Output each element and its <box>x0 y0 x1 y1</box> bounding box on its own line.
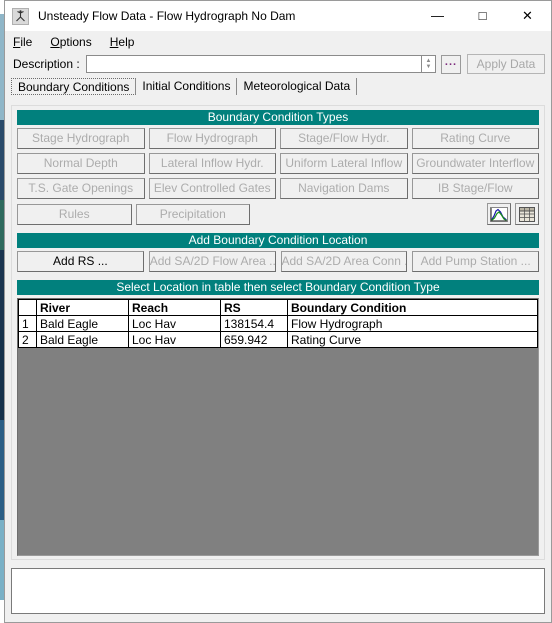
cell-reach[interactable]: Loc Hav <box>128 331 221 348</box>
boundary-conditions-page: Boundary Condition Types Stage Hydrograp… <box>11 105 545 560</box>
column-header-reach: Reach <box>128 299 221 316</box>
description-spinner[interactable]: ▲ ▼ <box>421 55 436 73</box>
column-header-boundary-condition: Boundary Condition <box>287 299 538 316</box>
apply-data-button[interactable]: Apply Data <box>467 54 545 74</box>
add-location-button-row: Add RS ... Add SA/2D Flow Area ... Add S… <box>12 251 544 272</box>
menu-bar: File Options Help <box>5 31 551 52</box>
description-browse-button[interactable]: ... <box>441 54 461 74</box>
spinner-down-icon: ▼ <box>425 64 432 70</box>
cell-rownum: 1 <box>18 315 37 332</box>
title-bar: Unsteady Flow Data - Flow Hydrograph No … <box>5 1 551 31</box>
table-instruction-header: Select Location in table then select Bou… <box>17 280 539 295</box>
add-rs-button[interactable]: Add RS ... <box>17 251 144 272</box>
boundary-condition-table[interactable]: River Reach RS Boundary Condition 1 Bald… <box>17 298 539 556</box>
close-button[interactable]: ✕ <box>505 1 550 30</box>
hecras-icon <box>12 7 29 25</box>
menu-item-help[interactable]: Help <box>110 35 135 49</box>
bc-button-rating-curve[interactable]: Rating Curve <box>411 128 539 149</box>
bc-button-stage-hydrograph[interactable]: Stage Hydrograph <box>17 128 145 149</box>
minimize-button[interactable]: — <box>415 1 460 30</box>
bc-row4-spacer <box>254 204 367 225</box>
cell-rs[interactable]: 138154.4 <box>220 315 288 332</box>
bc-types-button-grid: Stage Hydrograph Flow Hydrograph Stage/F… <box>12 128 544 225</box>
tab-boundary-conditions[interactable]: Boundary Conditions <box>11 78 137 95</box>
bc-button-precipitation[interactable]: Precipitation <box>135 203 250 225</box>
description-row: Description : ▲ ▼ ... Apply Data <box>5 52 551 76</box>
maximize-icon: □ <box>478 8 487 23</box>
table-row[interactable]: 2 Bald Eagle Loc Hav 659.942 Rating Curv… <box>18 331 538 348</box>
bc-button-rules[interactable]: Rules <box>17 203 132 225</box>
cell-reach[interactable]: Loc Hav <box>128 315 221 332</box>
cell-boundary-condition[interactable]: Rating Curve <box>287 331 538 348</box>
bc-types-row-2: Normal Depth Lateral Inflow Hydr. Unifor… <box>17 153 539 174</box>
bc-button-normal-depth[interactable]: Normal Depth <box>17 153 145 174</box>
plot-hydrograph-icon[interactable] <box>487 203 511 225</box>
description-input[interactable] <box>85 55 421 73</box>
unsteady-flow-data-window: Unsteady Flow Data - Flow Hydrograph No … <box>4 0 552 623</box>
message-panel <box>11 568 545 614</box>
bc-row4-spacer-2 <box>371 204 484 225</box>
cell-river[interactable]: Bald Eagle <box>36 331 129 348</box>
description-label: Description : <box>13 57 80 71</box>
bc-button-ts-gate-openings[interactable]: T.S. Gate Openings <box>17 178 145 199</box>
bc-types-row-4: Rules Precipitation <box>17 203 539 225</box>
cell-rs[interactable]: 659.942 <box>220 331 288 348</box>
menu-item-file[interactable]: File <box>13 35 32 49</box>
bc-button-uniform-lateral-inflow[interactable]: Uniform Lateral Inflow <box>280 153 408 174</box>
menu-item-options[interactable]: Options <box>50 35 91 49</box>
window-title: Unsteady Flow Data - Flow Hydrograph No … <box>38 9 296 23</box>
bc-button-stage-flow-hydr[interactable]: Stage/Flow Hydr. <box>280 128 408 149</box>
cell-boundary-condition[interactable]: Flow Hydrograph <box>287 315 538 332</box>
table-grid-icon[interactable] <box>515 203 539 225</box>
bc-button-navigation-dams[interactable]: Navigation Dams <box>280 178 408 199</box>
add-sa2d-area-conn-button[interactable]: Add SA/2D Area Conn ... <box>280 251 408 272</box>
add-location-header: Add Boundary Condition Location <box>17 233 539 248</box>
bc-button-ib-stage-flow[interactable]: IB Stage/Flow <box>411 178 539 199</box>
cell-rownum: 2 <box>18 331 37 348</box>
bc-button-flow-hydrograph[interactable]: Flow Hydrograph <box>148 128 276 149</box>
column-header-rownum <box>18 299 37 316</box>
tab-initial-conditions[interactable]: Initial Conditions <box>136 78 238 95</box>
bc-button-elev-controlled-gates[interactable]: Elev Controlled Gates <box>148 178 276 199</box>
add-pump-station-button[interactable]: Add Pump Station ... <box>412 251 539 272</box>
bc-types-row-1: Stage Hydrograph Flow Hydrograph Stage/F… <box>17 128 539 149</box>
cell-river[interactable]: Bald Eagle <box>36 315 129 332</box>
tab-bar: Boundary Conditions Initial Conditions M… <box>5 76 551 95</box>
maximize-button[interactable]: □ <box>460 1 505 30</box>
table-row[interactable]: 1 Bald Eagle Loc Hav 138154.4 Flow Hydro… <box>18 315 538 332</box>
bc-button-lateral-inflow-hydr[interactable]: Lateral Inflow Hydr. <box>148 153 276 174</box>
tab-meteorological-data[interactable]: Meteorological Data <box>237 78 358 95</box>
table-header-row: River Reach RS Boundary Condition <box>18 299 538 316</box>
add-sa2d-flow-area-button[interactable]: Add SA/2D Flow Area ... <box>148 251 276 272</box>
close-icon: ✕ <box>522 8 533 23</box>
column-header-river: River <box>36 299 129 316</box>
bc-types-row-3: T.S. Gate Openings Elev Controlled Gates… <box>17 178 539 199</box>
bc-types-header: Boundary Condition Types <box>17 110 539 125</box>
bc-button-groundwater-interflow[interactable]: Groundwater Interflow <box>411 153 539 174</box>
column-header-rs: RS <box>220 299 288 316</box>
minimize-icon: — <box>431 8 444 23</box>
